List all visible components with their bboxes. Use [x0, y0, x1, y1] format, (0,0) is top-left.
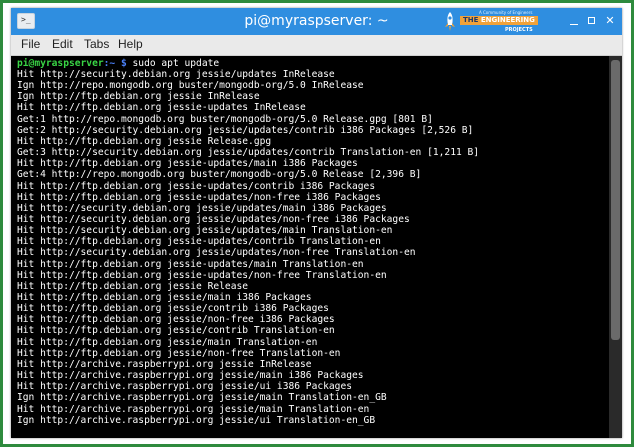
terminal-line: Hit http://ftp.debian.org jessie Release	[17, 280, 249, 292]
terminal-line: Hit http://ftp.debian.org jessie-updates…	[17, 236, 381, 248]
menu-bar: File Edit Tabs Help	[11, 35, 622, 56]
terminal-line: Get:3 http://security.debian.org jessie/…	[17, 147, 480, 159]
terminal-line: Ign http://repo.mongodb.org buster/mongo…	[17, 80, 364, 92]
terminal-line: Hit http://ftp.debian.org jessie-updates…	[17, 258, 364, 270]
maximize-icon	[588, 17, 595, 24]
engineering-projects-logo: A Community of Engineers THE ENGINEERING…	[443, 9, 553, 35]
terminal-line: Hit http://security.debian.org jessie/up…	[17, 202, 387, 214]
logo-tagline: A Community of Engineers	[479, 10, 533, 15]
prompt-line: pi@myraspserver:~ $ sudo apt update	[17, 58, 219, 69]
close-button[interactable]: ✕	[602, 13, 618, 29]
maximize-button[interactable]	[584, 13, 600, 29]
scrollbar-thumb[interactable]	[611, 60, 620, 340]
terminal-line: Hit http://security.debian.org jessie/up…	[17, 225, 393, 237]
terminal-line: Hit http://ftp.debian.org jessie/non-fre…	[17, 314, 335, 326]
terminal-line: Get:2 http://security.debian.org jessie/…	[17, 124, 474, 136]
menu-tabs[interactable]: Tabs	[84, 37, 109, 52]
prompt-user: pi@myraspserver	[17, 58, 104, 69]
terminal-line: Hit http://security.debian.org jessie/up…	[17, 213, 410, 225]
logo-main-text: THE ENGINEERING	[460, 16, 538, 25]
terminal-line: Hit http://ftp.debian.org jessie Release…	[17, 135, 272, 147]
menu-help[interactable]: Help	[118, 37, 143, 52]
terminal-line: Ign http://archive.raspberrypi.org jessi…	[17, 414, 376, 426]
terminal-line: Hit http://ftp.debian.org jessie-updates…	[17, 191, 381, 203]
terminal-line: Hit http://archive.raspberrypi.org jessi…	[17, 358, 312, 370]
terminal-line: Get:1 http://repo.mongodb.org buster/mon…	[17, 113, 433, 125]
prompt-path: :~ $	[103, 58, 127, 69]
vertical-scrollbar[interactable]	[609, 56, 622, 438]
close-icon: ✕	[605, 14, 615, 27]
terminal-line: Ign http://archive.raspberrypi.org jessi…	[17, 392, 387, 404]
terminal-line: Hit http://ftp.debian.org jessie/contrib…	[17, 325, 335, 337]
terminal-line: Get:4 http://repo.mongodb.org buster/mon…	[17, 169, 422, 181]
terminal-line: Hit http://ftp.debian.org jessie/main i3…	[17, 292, 312, 303]
minimize-icon	[570, 24, 578, 25]
terminal-line: Hit http://ftp.debian.org jessie/contrib…	[17, 303, 329, 315]
terminal-line: Hit http://ftp.debian.org jessie-updates…	[17, 269, 387, 281]
terminal-line: Hit http://ftp.debian.org jessie/main Tr…	[17, 336, 318, 348]
logo-sub-text: PROJECTS	[505, 27, 533, 33]
logo-main-word: ENGINEERING	[480, 16, 535, 24]
terminal-line: Hit http://ftp.debian.org jessie/non-fre…	[17, 347, 341, 359]
title-bar[interactable]: >_ pi@myraspserver: ~ A Community of Eng…	[11, 8, 622, 35]
terminal-line: Hit http://archive.raspberrypi.org jessi…	[17, 403, 370, 415]
terminal-output[interactable]: pi@myraspserver:~ $ sudo apt update Hit …	[11, 56, 609, 438]
terminal-line: Hit http://security.debian.org jessie/up…	[17, 69, 335, 80]
terminal-line: Ign http://ftp.debian.org jessie InRelea…	[17, 91, 260, 103]
rocket-icon	[445, 12, 455, 31]
menu-file[interactable]: File	[21, 37, 40, 52]
minimize-button[interactable]	[566, 13, 582, 29]
terminal-line: Hit http://security.debian.org jessie/up…	[17, 247, 416, 259]
terminal-line: Hit http://archive.raspberrypi.org jessi…	[17, 370, 364, 382]
logo-main-prefix: THE	[463, 16, 479, 24]
prompt-command: sudo apt update	[126, 58, 220, 69]
terminal-line: Hit http://ftp.debian.org jessie-updates…	[17, 158, 358, 170]
terminal-window: >_ pi@myraspserver: ~ A Community of Eng…	[11, 8, 622, 438]
terminal-line: Hit http://ftp.debian.org jessie-updates…	[17, 102, 306, 114]
menu-edit[interactable]: Edit	[52, 37, 73, 52]
terminal-line: Hit http://ftp.debian.org jessie-updates…	[17, 180, 376, 192]
terminal-line: Hit http://archive.raspberrypi.org jessi…	[17, 381, 353, 393]
